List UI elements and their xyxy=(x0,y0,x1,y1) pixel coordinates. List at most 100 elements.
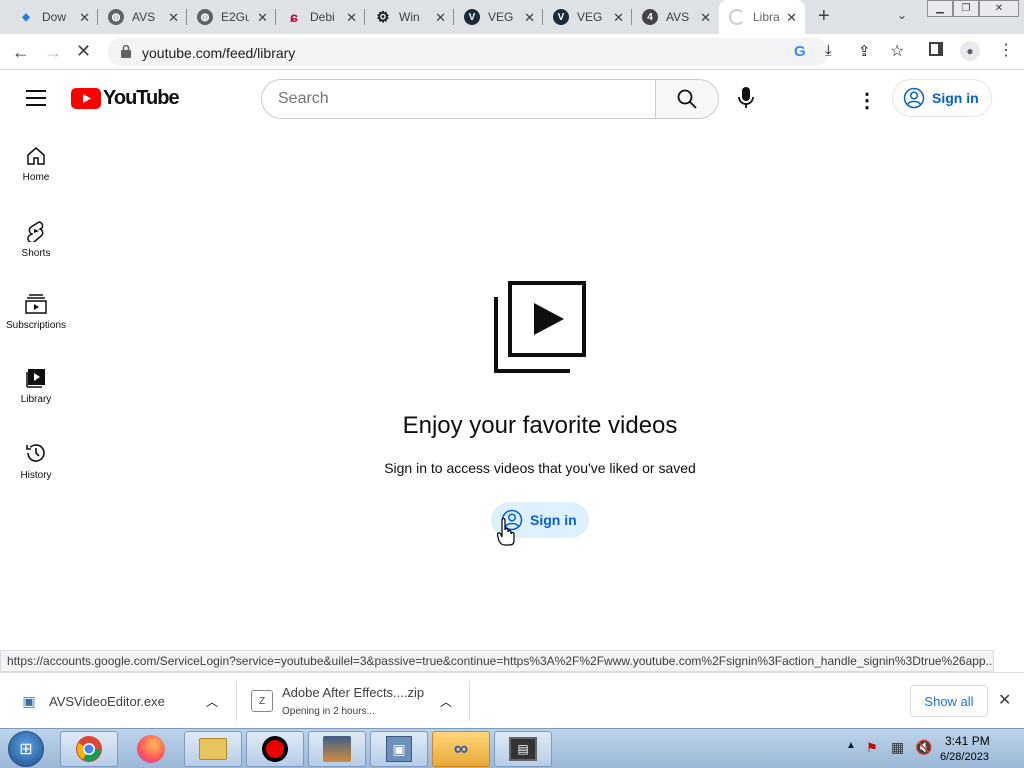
sign-in-button[interactable]: Sign in xyxy=(892,79,992,117)
vegas-icon: V xyxy=(464,9,480,25)
record-icon xyxy=(262,736,288,762)
download-item[interactable]: Z Adobe After Effects....zip Opening in … xyxy=(237,673,469,729)
diamond-icon: ◆ xyxy=(22,11,30,23)
user-circle-icon xyxy=(903,87,925,109)
globe-icon: ◍ xyxy=(108,9,124,25)
minimize-button[interactable]: ▁ xyxy=(927,0,953,17)
installer-icon: ▣ xyxy=(386,736,412,762)
browser-tab[interactable]: ◍ AVS ✕ xyxy=(98,0,187,34)
close-icon[interactable]: ✕ xyxy=(79,10,90,26)
chevron-up-icon[interactable]: ︿ xyxy=(440,693,452,710)
browser-tab[interactable]: V VEG ✕ xyxy=(454,0,543,34)
lock-icon[interactable] xyxy=(121,44,131,63)
sidebar-item-home[interactable]: Home xyxy=(0,126,72,200)
sidebar-item-history[interactable]: History xyxy=(0,422,72,496)
youtube-play-logo-icon xyxy=(71,88,101,109)
close-icon[interactable]: ✕ xyxy=(346,10,357,26)
close-icon[interactable]: ✕ xyxy=(524,10,535,26)
sidebar-item-library[interactable]: Library xyxy=(0,348,72,422)
close-icon[interactable]: ✕ xyxy=(998,690,1011,710)
back-arrow-icon[interactable]: ← xyxy=(12,42,30,63)
forward-arrow-icon[interactable]: → xyxy=(44,42,62,63)
page-subtitle: Sign in to access videos that you've lik… xyxy=(384,460,696,476)
chevron-up-icon[interactable]: ︿ xyxy=(206,693,218,710)
subscriptions-icon xyxy=(25,294,47,314)
close-icon[interactable]: ✕ xyxy=(435,10,446,26)
film-strip-icon: ▤ xyxy=(509,737,537,761)
tab-strip: ◆ Dow ✕ ◍ AVS ✕ ◍ E2Gu ✕ ɕ Debi ✕ ⚙ Win … xyxy=(0,0,1024,34)
window-close-button[interactable]: ✕ xyxy=(979,0,1019,17)
home-icon xyxy=(27,147,45,165)
browser-tab-active[interactable]: Libra ✕ xyxy=(719,0,805,34)
search-button[interactable] xyxy=(655,79,719,119)
taskbar-installer[interactable]: ▣ xyxy=(370,731,428,767)
folder-icon xyxy=(199,738,227,760)
youtube-header: YouTube ⋮ Sign in xyxy=(0,70,1024,126)
search-input[interactable] xyxy=(278,90,638,108)
close-icon[interactable]: ✕ xyxy=(613,10,624,26)
download-item[interactable]: ▣ AVSVideoEditor.exe ︿ xyxy=(0,673,236,729)
google-g-icon[interactable]: G xyxy=(794,43,806,60)
history-icon xyxy=(26,444,45,462)
browser-tab[interactable]: ⚙ Win ✕ xyxy=(365,0,454,34)
tray-network-icon[interactable]: ▦ xyxy=(891,739,904,756)
number4-icon: 4 xyxy=(642,9,658,25)
show-all-downloads-button[interactable]: Show all xyxy=(910,685,988,717)
settings-kebab-icon[interactable]: ⋮ xyxy=(857,88,877,113)
stop-loading-icon[interactable]: ✕ xyxy=(76,41,91,62)
taskbar-chrome[interactable] xyxy=(60,731,118,767)
firefox-icon xyxy=(137,735,165,763)
browser-tab[interactable]: 4 AVS ✕ xyxy=(632,0,719,34)
infinity-icon: ∞ xyxy=(453,737,469,760)
taskbar-recorder[interactable] xyxy=(246,731,304,767)
installer-file-icon: ▣ xyxy=(22,692,36,709)
clock-date[interactable]: 6/28/2023 xyxy=(940,751,989,763)
tray-chevron-up-icon[interactable]: ▲ xyxy=(846,740,856,751)
youtube-logo[interactable]: YouTube xyxy=(71,87,180,110)
search-box[interactable] xyxy=(261,79,656,119)
sidebar-item-shorts[interactable]: Shorts xyxy=(0,200,72,274)
address-bar[interactable]: youtube.com/feed/library G xyxy=(108,38,828,66)
download-icon[interactable]: ⤓ xyxy=(825,42,832,59)
close-icon[interactable]: ✕ xyxy=(786,10,797,26)
tray-volume-muted-icon[interactable]: 🔇 xyxy=(915,739,932,756)
taskbar-avs-editor[interactable] xyxy=(308,731,366,767)
browser-tab[interactable]: V VEG ✕ xyxy=(543,0,632,34)
close-icon[interactable]: ✕ xyxy=(168,10,179,26)
library-icon xyxy=(26,369,45,388)
library-illustration-icon xyxy=(494,281,586,378)
hamburger-menu-icon[interactable] xyxy=(26,90,46,111)
taskbar-video-app[interactable]: ▤ xyxy=(494,731,552,767)
taskbar-explorer[interactable] xyxy=(184,731,242,767)
close-icon[interactable]: ✕ xyxy=(257,10,268,26)
new-tab-button[interactable]: + xyxy=(818,5,830,28)
vegas-icon: V xyxy=(553,9,569,25)
tray-flag-icon[interactable]: ⚑ xyxy=(866,740,878,756)
chrome-menu-icon[interactable]: ⋮ xyxy=(998,40,1014,60)
browser-tab[interactable]: ɕ Debi ✕ xyxy=(276,0,365,34)
browser-tab[interactable]: ◍ E2Gu ✕ xyxy=(187,0,276,34)
taskbar-vegas[interactable]: ∞ xyxy=(432,731,490,767)
close-icon[interactable]: ✕ xyxy=(700,10,711,26)
taskbar-firefox[interactable] xyxy=(122,731,180,767)
status-url-tooltip: https://accounts.google.com/ServiceLogin… xyxy=(0,650,994,672)
browser-tab[interactable]: ◆ Dow ✕ xyxy=(8,0,98,34)
star-icon[interactable]: ☆ xyxy=(890,41,904,61)
gear-icon: ⚙ xyxy=(376,9,390,26)
download-divider xyxy=(469,681,470,721)
microphone-icon[interactable] xyxy=(738,86,754,115)
profile-avatar-icon[interactable]: ● xyxy=(960,41,980,61)
restore-button[interactable]: ❐ xyxy=(953,0,979,17)
browser-toolbar: ← → ✕ youtube.com/feed/library G ⤓ ⇪ ☆ ●… xyxy=(0,34,1024,70)
clock-time[interactable]: 3:41 PM xyxy=(945,734,990,748)
start-button[interactable]: ⊞ xyxy=(8,731,44,767)
windows-taskbar: ⊞ ▣ ∞ ▤ ▲ ⚑ ▦ 🔇 3:41 PM 6/28/2023 xyxy=(0,728,1024,768)
side-panel-icon[interactable] xyxy=(929,42,943,56)
chevron-down-icon[interactable]: ⌄ xyxy=(897,8,907,22)
downloads-bar: ▣ AVSVideoEditor.exe ︿ Z Adobe After Eff… xyxy=(0,672,1024,728)
share-icon[interactable]: ⇪ xyxy=(858,42,871,60)
hand-cursor-icon xyxy=(496,517,515,551)
zip-archive-icon: Z xyxy=(251,690,273,712)
sidebar-item-subscriptions[interactable]: Subscriptions xyxy=(0,274,72,348)
chrome-icon xyxy=(76,736,102,762)
